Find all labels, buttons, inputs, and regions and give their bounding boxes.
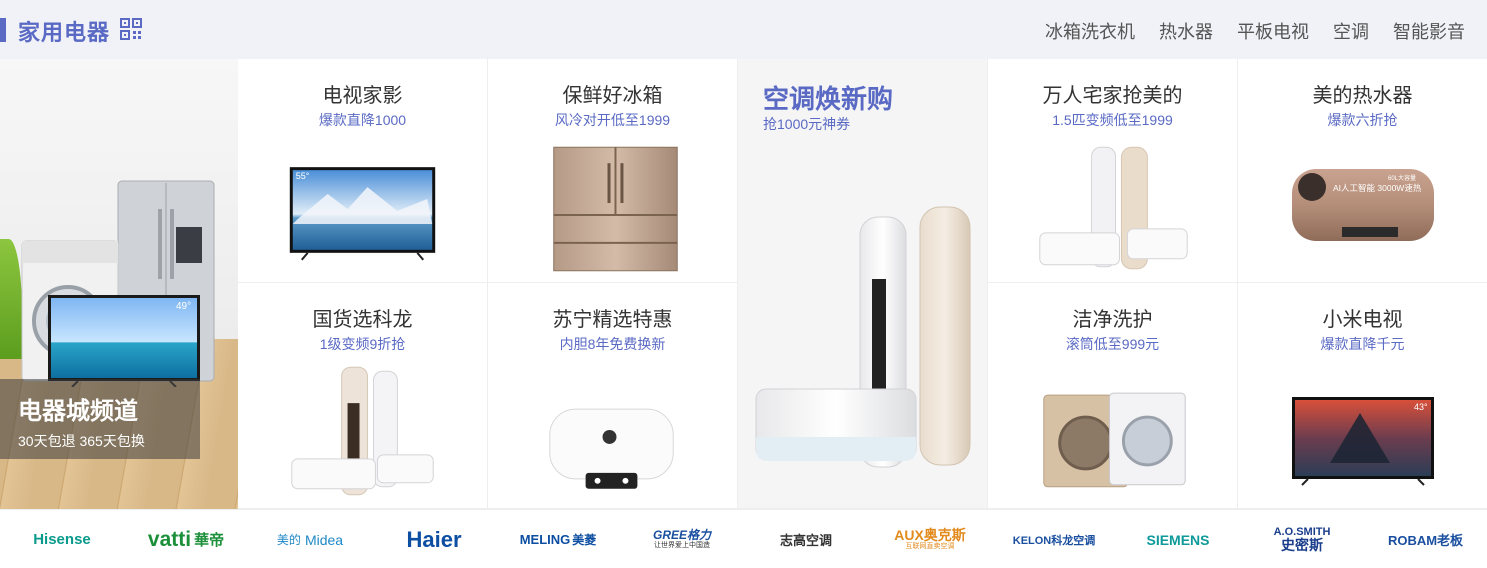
water-heater-icon: AI人工智能 3000W速热 60L大容量 <box>1292 169 1434 241</box>
promo-title: 电视家影 <box>322 85 403 107</box>
promo-title: 小米电视 <box>1322 309 1403 331</box>
tv-badge: 55° <box>296 171 310 181</box>
promo-subtitle: 内胆8年免费换新 <box>559 336 666 352</box>
brand-logo-meling[interactable]: MELING 美菱 <box>496 510 620 568</box>
featured-promo-air-conditioner[interactable]: 空调焕新购 抢1000元神券 <box>738 59 988 509</box>
brand-logo-chigo[interactable]: 志高空调 <box>744 510 868 568</box>
promo-title: 保鲜好冰箱 <box>562 85 663 107</box>
section-title[interactable]: 家用电器 <box>18 15 110 47</box>
water-heater-badge: AI人工智能 3000W速热 <box>1333 183 1422 193</box>
promo-cell-washing[interactable]: 洁净洗护 滚筒低至999元 <box>988 283 1238 509</box>
promo-subtitle: 爆款直降1000 <box>318 112 407 128</box>
promo-subtitle: 爆款六折抢 <box>1327 112 1398 128</box>
washing-machine-icon <box>1043 392 1186 488</box>
promo-subtitle: 1.5匹变频低至1999 <box>1052 112 1173 128</box>
promo-title: 美的热水器 <box>1312 85 1413 107</box>
air-conditioner-icon <box>1039 146 1188 270</box>
title-accent-bar <box>0 18 6 42</box>
banner-subtitle: 30天包退 365天包换 <box>18 433 145 449</box>
promo-cell-fridge[interactable]: 保鲜好冰箱 风冷对开低至1999 <box>488 59 738 283</box>
tv-icon: 43° <box>1292 397 1434 486</box>
promo-cell-tv[interactable]: 电视家影 爆款直降1000 55° <box>238 59 488 283</box>
water-heater-icon <box>549 408 674 489</box>
air-conditioner-icon <box>291 366 434 496</box>
promo-cell-xiaomi-tv[interactable]: 小米电视 爆款直降千元 43° <box>1238 283 1487 509</box>
tv-badge: 43° <box>1414 402 1428 412</box>
banner-title: 电器城频道 <box>18 398 138 425</box>
promo-cell-kelon[interactable]: 国货选科龙 1级变频9折抢 <box>238 283 488 509</box>
brand-logo-aux[interactable]: AUX奥克斯 互联网直卖空调 <box>868 510 992 568</box>
tv-size-label: 49° <box>176 301 191 312</box>
brand-logo-kelon[interactable]: KELON科龙空调 <box>992 510 1116 568</box>
section-header: 家用电器 冰箱洗衣机 热水器 平板电视 空调 智能影音 <box>0 0 1487 59</box>
brand-logo-hisense[interactable]: Hisense <box>0 510 124 568</box>
brand-logo-gree[interactable]: GREE格力 让世界爱上中国造 <box>620 510 744 568</box>
qr-code-icon[interactable] <box>120 18 142 40</box>
nav-item-air-conditioner[interactable]: 空调 <box>1333 18 1369 44</box>
air-conditioner-icon <box>755 206 971 468</box>
promo-cell-suning-select[interactable]: 苏宁精选特惠 内胆8年免费换新 <box>488 283 738 509</box>
promo-subtitle: 爆款直降千元 <box>1320 336 1405 352</box>
brand-logo-haier[interactable]: Haier <box>372 510 496 568</box>
promo-cell-midea-water-heater[interactable]: 美的热水器 爆款六折抢 AI人工智能 3000W速热 60L大容量 <box>1238 59 1487 283</box>
featured-subtitle: 抢1000元神券 <box>763 116 851 132</box>
brand-logo-ao-smith[interactable]: A.O.SMITH 史密斯 <box>1240 510 1364 568</box>
brand-logo-vatti[interactable]: vatti 華帝 <box>124 510 248 568</box>
nav-item-fridge-washer[interactable]: 冰箱洗衣机 <box>1045 18 1135 44</box>
fridge-icon <box>553 146 678 272</box>
tv-illustration: 49° <box>48 295 200 387</box>
nav-item-tv[interactable]: 平板电视 <box>1237 18 1309 44</box>
featured-title: 空调焕新购 <box>763 84 894 114</box>
channel-banner[interactable]: 49° 电器城频道 30天包退 365天包换 <box>0 59 238 509</box>
category-nav: 冰箱洗衣机 热水器 平板电视 空调 智能影音 <box>1045 18 1465 44</box>
promo-title: 苏宁精选特惠 <box>552 309 673 331</box>
promo-subtitle: 滚筒低至999元 <box>1065 336 1160 352</box>
brand-logo-bar: Hisense vatti 華帝 美的 Midea Haier MELING 美… <box>0 509 1487 568</box>
promo-title: 国货选科龙 <box>312 309 413 331</box>
nav-item-water-heater[interactable]: 热水器 <box>1159 18 1213 44</box>
promo-subtitle: 风冷对开低至1999 <box>554 112 671 128</box>
promo-title: 洁净洗护 <box>1072 309 1153 331</box>
tv-icon: 55° <box>289 167 436 261</box>
promo-subtitle: 1级变频9折抢 <box>319 336 406 352</box>
brand-logo-siemens[interactable]: SIEMENS <box>1116 510 1240 568</box>
brand-logo-robam[interactable]: ROBAM老板 <box>1364 510 1487 568</box>
promo-title: 万人宅家抢美的 <box>1042 85 1183 107</box>
water-heater-capacity: 60L大容量 <box>1388 174 1416 182</box>
brand-logo-midea[interactable]: 美的 Midea <box>248 510 372 568</box>
promo-cell-midea-ac[interactable]: 万人宅家抢美的 1.5匹变频低至1999 <box>988 59 1238 283</box>
nav-item-smart-av[interactable]: 智能影音 <box>1393 18 1465 44</box>
